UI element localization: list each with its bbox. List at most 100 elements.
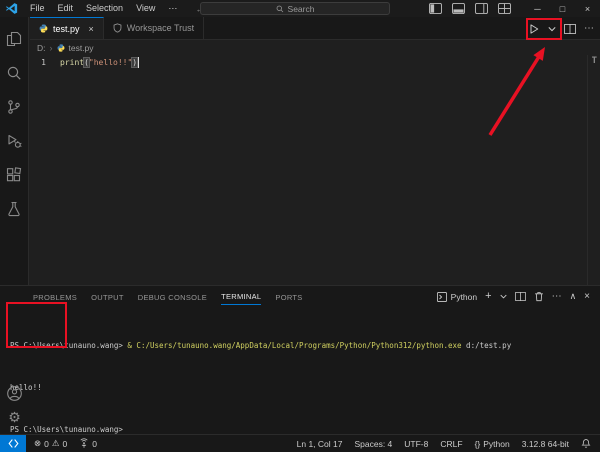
code-line-1: 1 print("hello!!") bbox=[30, 55, 600, 70]
vscode-logo-icon bbox=[5, 2, 18, 15]
line-number: 1 bbox=[30, 58, 46, 67]
run-python-file-icon[interactable] bbox=[528, 23, 540, 35]
run-debug-icon[interactable] bbox=[6, 133, 22, 149]
toggle-sidebar-icon[interactable] bbox=[429, 3, 442, 14]
code-keyword: print bbox=[60, 58, 84, 67]
title-bar: File Edit Selection View ⋯ ← → Search ─ … bbox=[0, 0, 600, 17]
braces-icon: {} bbox=[475, 439, 481, 449]
python-file-icon bbox=[39, 24, 48, 33]
warning-count: 0 bbox=[62, 439, 67, 449]
radio-tower-icon bbox=[79, 438, 89, 449]
window-maximize-button[interactable]: □ bbox=[550, 0, 575, 17]
window-close-button[interactable]: × bbox=[575, 0, 600, 17]
close-panel-icon[interactable]: × bbox=[584, 292, 590, 302]
new-terminal-icon[interactable]: + bbox=[485, 291, 491, 302]
indentation[interactable]: Spaces: 4 bbox=[354, 439, 392, 449]
explorer-icon[interactable] bbox=[6, 31, 22, 47]
warning-icon: ⚠ bbox=[52, 438, 60, 449]
panel-tab-output[interactable]: OUTPUT bbox=[91, 289, 124, 305]
breadcrumb-drive[interactable]: D: bbox=[37, 43, 46, 53]
chevron-right-icon: › bbox=[50, 43, 53, 53]
panel-tab-ports[interactable]: PORTS bbox=[275, 289, 302, 305]
terminal-command-text: & C:/Users/tunauno.wang/AppData/Local/Pr… bbox=[127, 341, 461, 350]
eol-sequence[interactable]: CRLF bbox=[440, 439, 462, 449]
language-mode[interactable]: {}Python bbox=[475, 439, 510, 449]
notifications-bell-icon[interactable] bbox=[581, 438, 591, 449]
encoding[interactable]: UTF-8 bbox=[404, 439, 428, 449]
shield-icon bbox=[113, 23, 122, 33]
terminal-profile-label: Python bbox=[451, 292, 477, 302]
editor-more-actions-icon[interactable]: ⋯ bbox=[584, 23, 594, 34]
remote-icon bbox=[8, 438, 19, 449]
python-file-icon bbox=[57, 44, 65, 52]
window-minimize-button[interactable]: ─ bbox=[525, 0, 550, 17]
code-string: "hello!!" bbox=[89, 58, 132, 67]
menu-selection[interactable]: Selection bbox=[84, 2, 125, 15]
panel-header: PROBLEMS OUTPUT DEBUG CONSOLE TERMINAL P… bbox=[0, 286, 600, 307]
menu-file[interactable]: File bbox=[28, 2, 47, 15]
terminal-output[interactable]: PS C:\Users\tunauno.wang> & C:/Users/tun… bbox=[0, 307, 600, 452]
tab-close-icon[interactable]: × bbox=[89, 24, 94, 34]
panel-tab-problems[interactable]: PROBLEMS bbox=[33, 289, 77, 305]
testing-icon[interactable] bbox=[6, 201, 22, 217]
tab-test-py[interactable]: test.py × bbox=[30, 17, 104, 39]
split-terminal-icon[interactable] bbox=[515, 292, 526, 301]
editor-actions: ⋯ bbox=[528, 17, 594, 40]
breadcrumb: D: › test.py bbox=[30, 40, 600, 55]
search-placeholder: Search bbox=[288, 4, 315, 14]
customize-layout-icon[interactable] bbox=[498, 3, 511, 14]
titlebar-right: ─ □ × bbox=[429, 0, 600, 17]
vscode-window: File Edit Selection View ⋯ ← → Search ─ … bbox=[0, 0, 600, 452]
gear-icon: ⚙ bbox=[8, 410, 21, 424]
text-cursor bbox=[138, 57, 139, 68]
error-icon: ⊗ bbox=[34, 438, 41, 449]
search-icon bbox=[276, 5, 284, 13]
code-editor[interactable]: 1 print("hello!!") T bbox=[30, 55, 600, 285]
account-icon bbox=[6, 385, 23, 402]
editor-tab-bar: test.py × Workspace Trust ⋯ bbox=[30, 17, 600, 40]
panel-tab-debug-console[interactable]: DEBUG CONSOLE bbox=[138, 289, 207, 305]
toggle-secondary-sidebar-icon[interactable] bbox=[475, 3, 488, 14]
source-control-icon[interactable] bbox=[6, 99, 22, 115]
status-bar: ⊗ 0 ⚠ 0 0 Ln 1, Col 17 Spaces: 4 UTF-8 C… bbox=[0, 434, 600, 452]
tab-label: Workspace Trust bbox=[127, 23, 194, 33]
minimap-divider bbox=[587, 55, 588, 285]
menu-view[interactable]: View bbox=[134, 2, 157, 15]
maximize-panel-icon[interactable]: ∧ bbox=[570, 292, 577, 301]
menu-edit[interactable]: Edit bbox=[56, 2, 76, 15]
problems-indicator[interactable]: ⊗ 0 ⚠ 0 bbox=[34, 438, 67, 449]
ports-count: 0 bbox=[92, 439, 97, 449]
cursor-position[interactable]: Ln 1, Col 17 bbox=[297, 439, 343, 449]
terminal-line-output: hello!! bbox=[10, 381, 600, 395]
command-center-search[interactable]: Search bbox=[200, 2, 390, 15]
terminal-dropdown-chevron-icon[interactable] bbox=[500, 294, 507, 299]
tab-workspace-trust[interactable]: Workspace Trust bbox=[104, 17, 204, 39]
tab-label: test.py bbox=[53, 24, 80, 34]
activity-bar bbox=[0, 17, 29, 285]
kill-terminal-trash-icon[interactable] bbox=[534, 291, 544, 302]
terminal-line-command: PS C:\Users\tunauno.wang> & C:/Users/tun… bbox=[10, 339, 600, 353]
terminal-actions: Python + ⋯ ∧ × bbox=[437, 291, 600, 302]
terminal-profile[interactable]: Python bbox=[437, 292, 477, 302]
search-view-icon[interactable] bbox=[6, 65, 22, 81]
statusbar-right: Ln 1, Col 17 Spaces: 4 UTF-8 CRLF {}Pyth… bbox=[297, 438, 600, 449]
toggle-panel-icon[interactable] bbox=[452, 3, 465, 14]
remote-indicator[interactable] bbox=[0, 435, 26, 452]
menu-bar: File Edit Selection View ⋯ bbox=[28, 2, 179, 15]
extensions-icon[interactable] bbox=[6, 167, 22, 183]
error-count: 0 bbox=[44, 439, 49, 449]
breadcrumb-file[interactable]: test.py bbox=[69, 43, 94, 53]
split-editor-icon[interactable] bbox=[564, 24, 576, 34]
panel-tab-terminal[interactable]: TERMINAL bbox=[221, 288, 261, 305]
run-dropdown-chevron-icon[interactable] bbox=[548, 26, 556, 32]
code-close-paren: ) bbox=[132, 58, 137, 67]
ports-indicator[interactable]: 0 bbox=[79, 438, 97, 449]
minimap[interactable]: T bbox=[592, 56, 597, 66]
python-interpreter[interactable]: 3.12.8 64-bit bbox=[522, 439, 569, 449]
panel-more-actions-icon[interactable]: ⋯ bbox=[552, 292, 562, 302]
bottom-panel: PROBLEMS OUTPUT DEBUG CONSOLE TERMINAL P… bbox=[0, 285, 600, 434]
menu-more-icon[interactable]: ⋯ bbox=[166, 2, 179, 15]
terminal-profile-icon bbox=[437, 292, 447, 302]
account-button[interactable] bbox=[0, 385, 29, 402]
settings-button[interactable]: ⚙ bbox=[0, 410, 29, 424]
